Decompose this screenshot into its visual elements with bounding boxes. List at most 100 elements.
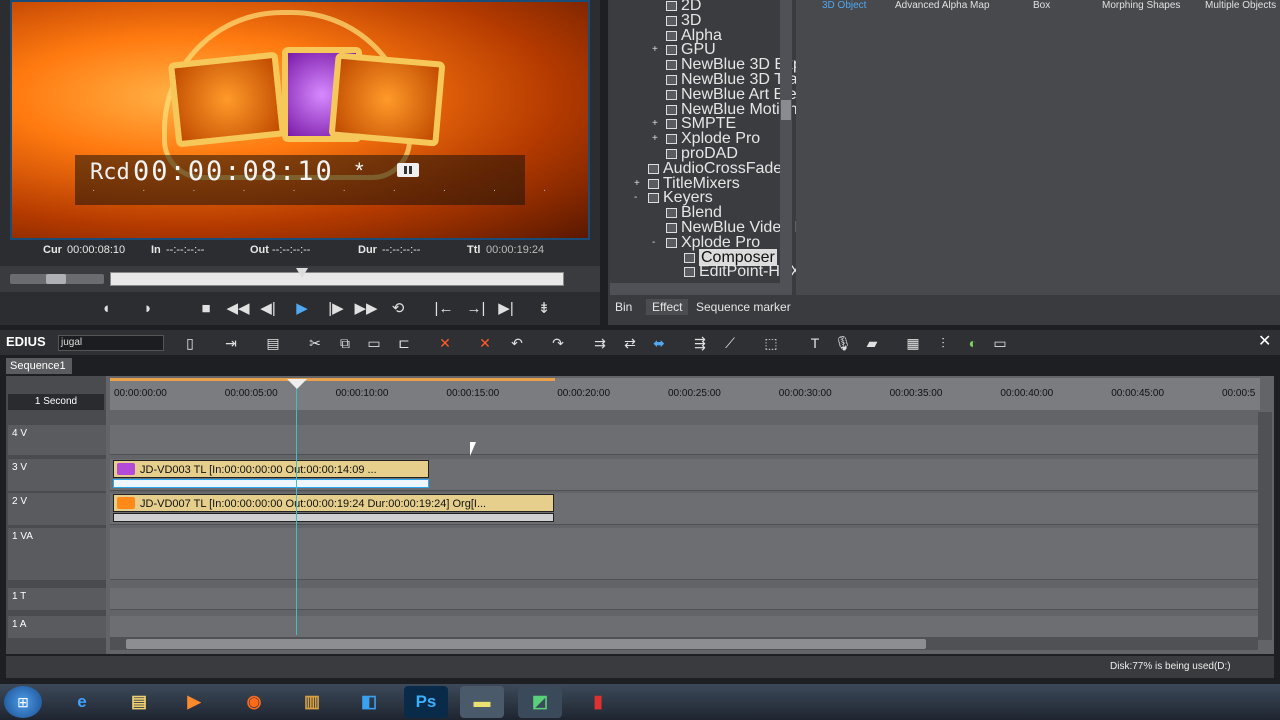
redo-icon[interactable]: ↷ <box>548 334 568 352</box>
track-4v[interactable] <box>110 425 1258 455</box>
overwrite-icon[interactable]: →| <box>464 298 488 320</box>
disk-usage: Disk:77% is being used(D:) <box>1110 661 1231 672</box>
clip-jd-vd007[interactable]: JD-VD007 TL [In:00:00:00:00 Out:00:00:19… <box>113 494 554 512</box>
add-transition-icon[interactable]: ⇉ <box>590 334 610 352</box>
track-header-2v[interactable]: 2 V <box>8 493 106 525</box>
edius-icon[interactable]: ◩ <box>518 686 562 718</box>
tab-effect[interactable]: Effect <box>646 299 689 315</box>
shuttle-knob[interactable] <box>46 274 66 284</box>
tree-scrollbar[interactable] <box>780 0 792 283</box>
track-1t[interactable] <box>110 588 1258 610</box>
tab-sequence-marker[interactable]: Sequence marker <box>696 300 791 314</box>
step-back-icon[interactable]: ◀| <box>256 298 280 320</box>
position-slider[interactable] <box>110 272 564 286</box>
rewind-icon[interactable]: ◀◀ <box>226 298 250 320</box>
tab-bin[interactable]: Bin <box>615 300 632 314</box>
expand-toggle[interactable]: - <box>634 192 637 203</box>
track-1a[interactable] <box>110 616 1258 638</box>
mic-icon[interactable]: 🎙 <box>833 334 853 352</box>
track-header-1t[interactable]: 1 T <box>8 588 106 610</box>
close-icon[interactable]: ✕ <box>1258 331 1271 351</box>
effect-item[interactable]: Morphing Shapes <box>1102 0 1180 11</box>
track-header-4v[interactable]: 4 V <box>8 425 106 455</box>
dur-value: --:--:--:-- <box>382 244 421 256</box>
position-knob[interactable] <box>296 268 308 278</box>
cut-icon[interactable]: ✂ <box>305 334 325 352</box>
photoshop-icon[interactable]: Ps <box>404 686 448 718</box>
replace-icon[interactable]: ▶| <box>494 298 518 320</box>
clip-jd-vd003-audio[interactable] <box>113 479 429 488</box>
project-name-field[interactable]: jugal <box>58 335 164 351</box>
clip-jd-vd003[interactable]: JD-VD003 TL [In:00:00:00:00 Out:00:00:14… <box>113 460 429 478</box>
start-button[interactable]: ⊞ <box>4 686 42 718</box>
track-1va[interactable] <box>110 528 1258 580</box>
expand-toggle[interactable]: + <box>652 133 658 144</box>
set-in-icon[interactable]: ◖ <box>94 298 118 320</box>
playhead[interactable] <box>296 380 297 635</box>
marker-icon[interactable]: ▰ <box>862 334 882 352</box>
loop-icon[interactable]: ⟲ <box>386 298 410 320</box>
ie-icon[interactable]: e <box>60 686 104 718</box>
expand-toggle[interactable]: + <box>652 44 658 55</box>
paste-icon[interactable]: ▭ <box>364 334 384 352</box>
undo-icon[interactable]: ↶ <box>507 334 527 352</box>
mix-icon[interactable]: ⇄ <box>620 334 640 352</box>
effect-tree-item[interactable]: Xplode Pro <box>666 234 760 250</box>
expand-toggle[interactable]: + <box>652 118 658 129</box>
mixer-icon[interactable]: ⫶ <box>933 334 953 352</box>
trim-icon[interactable]: ⟋ <box>720 334 740 352</box>
track-header-1a[interactable]: 1 A <box>8 616 106 638</box>
expand-toggle[interactable]: - <box>652 237 655 248</box>
firefox-icon[interactable]: ◉ <box>232 686 276 718</box>
winrar-icon[interactable]: ▥ <box>290 686 334 718</box>
track-header-1va[interactable]: 1 VA <box>8 528 106 580</box>
app-brand: EDIUS <box>6 334 46 349</box>
copy-icon[interactable]: ⧉ <box>335 334 355 352</box>
effect-item[interactable]: Box <box>1033 0 1050 11</box>
insert-icon[interactable]: |← <box>432 298 456 320</box>
playhead-marker[interactable] <box>287 379 307 389</box>
split-icon[interactable]: ⬌ <box>649 334 669 352</box>
sequence-tab[interactable]: Sequence1 <box>6 358 72 374</box>
set-out-icon[interactable]: ◗ <box>136 298 160 320</box>
gauge-icon[interactable]: ◐ <box>963 334 983 352</box>
step-forward-icon[interactable]: |▶ <box>324 298 348 320</box>
save-icon[interactable]: ▤ <box>263 334 283 352</box>
ruler-tick-label: 00:00:10:00 <box>335 388 389 399</box>
stop-icon[interactable]: ■ <box>194 298 218 320</box>
track-header-3v[interactable]: 3 V <box>8 459 106 491</box>
delete-icon[interactable]: ✕ <box>435 334 455 352</box>
table-icon[interactable]: ▦ <box>903 334 923 352</box>
effect-item[interactable]: 3D Object <box>822 0 866 11</box>
clip-label: JD-VD003 TL [In:00:00:00:00 Out:00:00:14… <box>140 464 377 476</box>
clip-jd-vd007-sub[interactable] <box>113 513 554 522</box>
timeline-hscroll-thumb[interactable] <box>126 639 926 649</box>
effect-item[interactable]: Advanced Alpha Map <box>895 0 990 11</box>
title-icon[interactable]: T <box>805 334 825 352</box>
recorder-icon[interactable]: ▮ <box>576 686 620 718</box>
media-player-icon[interactable]: ▶ <box>172 686 216 718</box>
timeline-vscrollbar[interactable] <box>1258 412 1272 640</box>
tree-hscrollbar[interactable] <box>610 283 792 295</box>
dur-label: Dur <box>358 244 377 256</box>
play-icon[interactable]: ▶ <box>290 298 314 320</box>
link-icon[interactable]: ⬚ <box>761 334 781 352</box>
new-sequence-icon[interactable]: ▯ <box>180 334 200 352</box>
ripple-icon[interactable]: ⊏ <box>394 334 414 352</box>
photo-frame-right <box>328 52 446 147</box>
skype-icon[interactable]: ◧ <box>347 686 391 718</box>
layout-icon[interactable]: ▭ <box>990 334 1010 352</box>
timescale-selector[interactable]: 1 Second <box>8 394 104 410</box>
ttl-value: 00:00:19:24 <box>486 244 545 256</box>
effect-item[interactable]: Multiple Objects <box>1205 0 1276 11</box>
track-label: 1 A <box>12 619 27 630</box>
tree-scroll-thumb[interactable] <box>781 100 791 120</box>
export-icon[interactable]: ⇟ <box>532 298 556 320</box>
ripple-delete-icon[interactable]: ✕ <box>475 334 495 352</box>
expand-toggle[interactable]: + <box>634 178 640 189</box>
fast-forward-icon[interactable]: ▶▶ <box>354 298 378 320</box>
notes-icon[interactable]: ▬ <box>460 686 504 718</box>
group-icon[interactable]: ⇶ <box>690 334 710 352</box>
explorer-icon[interactable]: ▤ <box>117 686 161 718</box>
open-icon[interactable]: ⇥ <box>221 334 241 352</box>
